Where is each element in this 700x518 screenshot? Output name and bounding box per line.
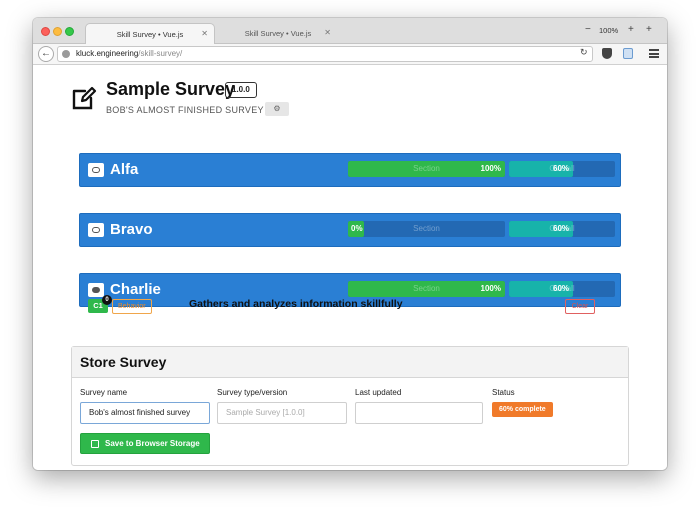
page-title: Sample Survey xyxy=(106,79,236,99)
reload-icon[interactable]: ↻ xyxy=(580,47,588,58)
status-label: Status xyxy=(492,388,515,397)
panel-header: Store Survey xyxy=(72,347,628,378)
survey-settings-button[interactable]: ⚙ xyxy=(265,102,289,116)
section-progress-value: 100% xyxy=(480,284,501,293)
survey-name-label: Survey name xyxy=(80,388,128,397)
status-badge: 60% complete xyxy=(492,402,553,417)
browser-tab-active[interactable]: Skill Survey • Vue.js ✕ xyxy=(85,23,215,44)
tab-label: Skill Survey • Vue.js xyxy=(244,29,312,38)
page-content: Sample Survey 1.0.0 BOB'S ALMOST FINISHE… xyxy=(33,65,667,470)
floppy-disk-icon xyxy=(91,440,99,448)
section-toggle-icon[interactable] xyxy=(88,283,104,297)
version-badge: 1.0.0 xyxy=(225,82,257,98)
tab-close-icon[interactable]: ✕ xyxy=(324,28,331,37)
section-progress-bar: Section 100% xyxy=(348,281,505,297)
section-name: Alfa xyxy=(110,161,139,178)
zoom-in-button[interactable]: + xyxy=(628,24,634,35)
section-name: Charlie xyxy=(110,281,161,298)
store-survey-panel: Store Survey Survey name Bob's almost fi… xyxy=(71,346,629,466)
zoom-out-button[interactable]: − xyxy=(585,24,591,35)
gear-icon: ⚙ xyxy=(273,104,281,113)
section-progress-label: Section xyxy=(413,224,440,233)
skill-category-tag: Behavior xyxy=(112,299,152,314)
last-updated-label: Last updated xyxy=(355,388,402,397)
save-button-label: Save to Browser Storage xyxy=(105,439,200,448)
new-tab-button[interactable]: + xyxy=(646,24,652,35)
section-alfa[interactable]: Alfa Section 100% Overall 60% xyxy=(79,153,621,187)
survey-name-input[interactable]: Bob's almost finished survey xyxy=(80,402,210,424)
last-updated-input[interactable] xyxy=(355,402,483,424)
skill-code: C1 xyxy=(93,301,103,310)
tab-label: Skill Survey • Vue.js xyxy=(116,29,184,39)
overall-progress-value: 60% xyxy=(553,164,570,173)
section-toggle-icon[interactable] xyxy=(88,223,104,237)
section-bravo[interactable]: Bravo Section 0% Overall 60% xyxy=(79,213,621,247)
close-window-button[interactable] xyxy=(41,27,50,36)
overall-progress-bar: Overall 60% xyxy=(509,221,615,237)
save-button[interactable]: Save to Browser Storage xyxy=(80,433,210,454)
section-progress-bar: Section 100% xyxy=(348,161,505,177)
back-arrow-icon[interactable]: ← xyxy=(38,46,54,62)
hamburger-menu-icon[interactable] xyxy=(649,49,659,58)
section-progress-bar: Section 0% xyxy=(348,221,505,237)
section-progress-value: 0% xyxy=(351,224,363,233)
skill-rating-badge: 0 xyxy=(102,295,112,305)
browser-tab[interactable]: Skill Survey • Vue.js ✕ xyxy=(219,23,337,44)
browser-window: Skill Survey • Vue.js ✕ Skill Survey • V… xyxy=(33,18,667,470)
zoom-level: 100% xyxy=(599,26,619,35)
reader-view-icon[interactable] xyxy=(623,48,633,59)
globe-icon xyxy=(62,50,70,58)
section-name: Bravo xyxy=(110,221,153,238)
tab-close-icon[interactable]: ✕ xyxy=(201,29,208,38)
section-toggle-icon[interactable] xyxy=(88,163,104,177)
skill-description: Gathers and analyzes information skillfu… xyxy=(189,298,403,310)
skill-code-badge[interactable]: C1 0 xyxy=(88,295,112,313)
address-bar[interactable]: kluck.engineering/skill-survey/ xyxy=(57,46,593,62)
panel-title: Store Survey xyxy=(80,354,167,370)
section-progress-value: 100% xyxy=(480,164,501,173)
url-host: kluck.engineering xyxy=(76,49,139,58)
edit-icon xyxy=(72,86,97,110)
browser-toolbar: ← kluck.engineering/skill-survey/ ↻ xyxy=(33,44,667,65)
survey-type-label: Survey type/version xyxy=(217,388,288,397)
clear-button[interactable]: Clear xyxy=(565,299,595,314)
overall-progress-bar: Overall 60% xyxy=(509,281,615,297)
survey-type-input[interactable]: Sample Survey [1.0.0] xyxy=(217,402,347,424)
title-bar: Skill Survey • Vue.js ✕ Skill Survey • V… xyxy=(33,18,667,44)
survey-subtitle: BOB'S ALMOST FINISHED SURVEY xyxy=(106,105,264,115)
skill-row: C1 0 Behavior Gathers and analyzes infor… xyxy=(88,295,598,317)
maximize-window-button[interactable] xyxy=(65,27,74,36)
overall-progress-bar: Overall 60% xyxy=(509,161,615,177)
overall-progress-value: 60% xyxy=(553,284,570,293)
overall-progress-value: 60% xyxy=(553,224,570,233)
url-path: /skill-survey/ xyxy=(138,49,183,58)
minimize-window-button[interactable] xyxy=(53,27,62,36)
pocket-icon[interactable] xyxy=(602,48,612,59)
